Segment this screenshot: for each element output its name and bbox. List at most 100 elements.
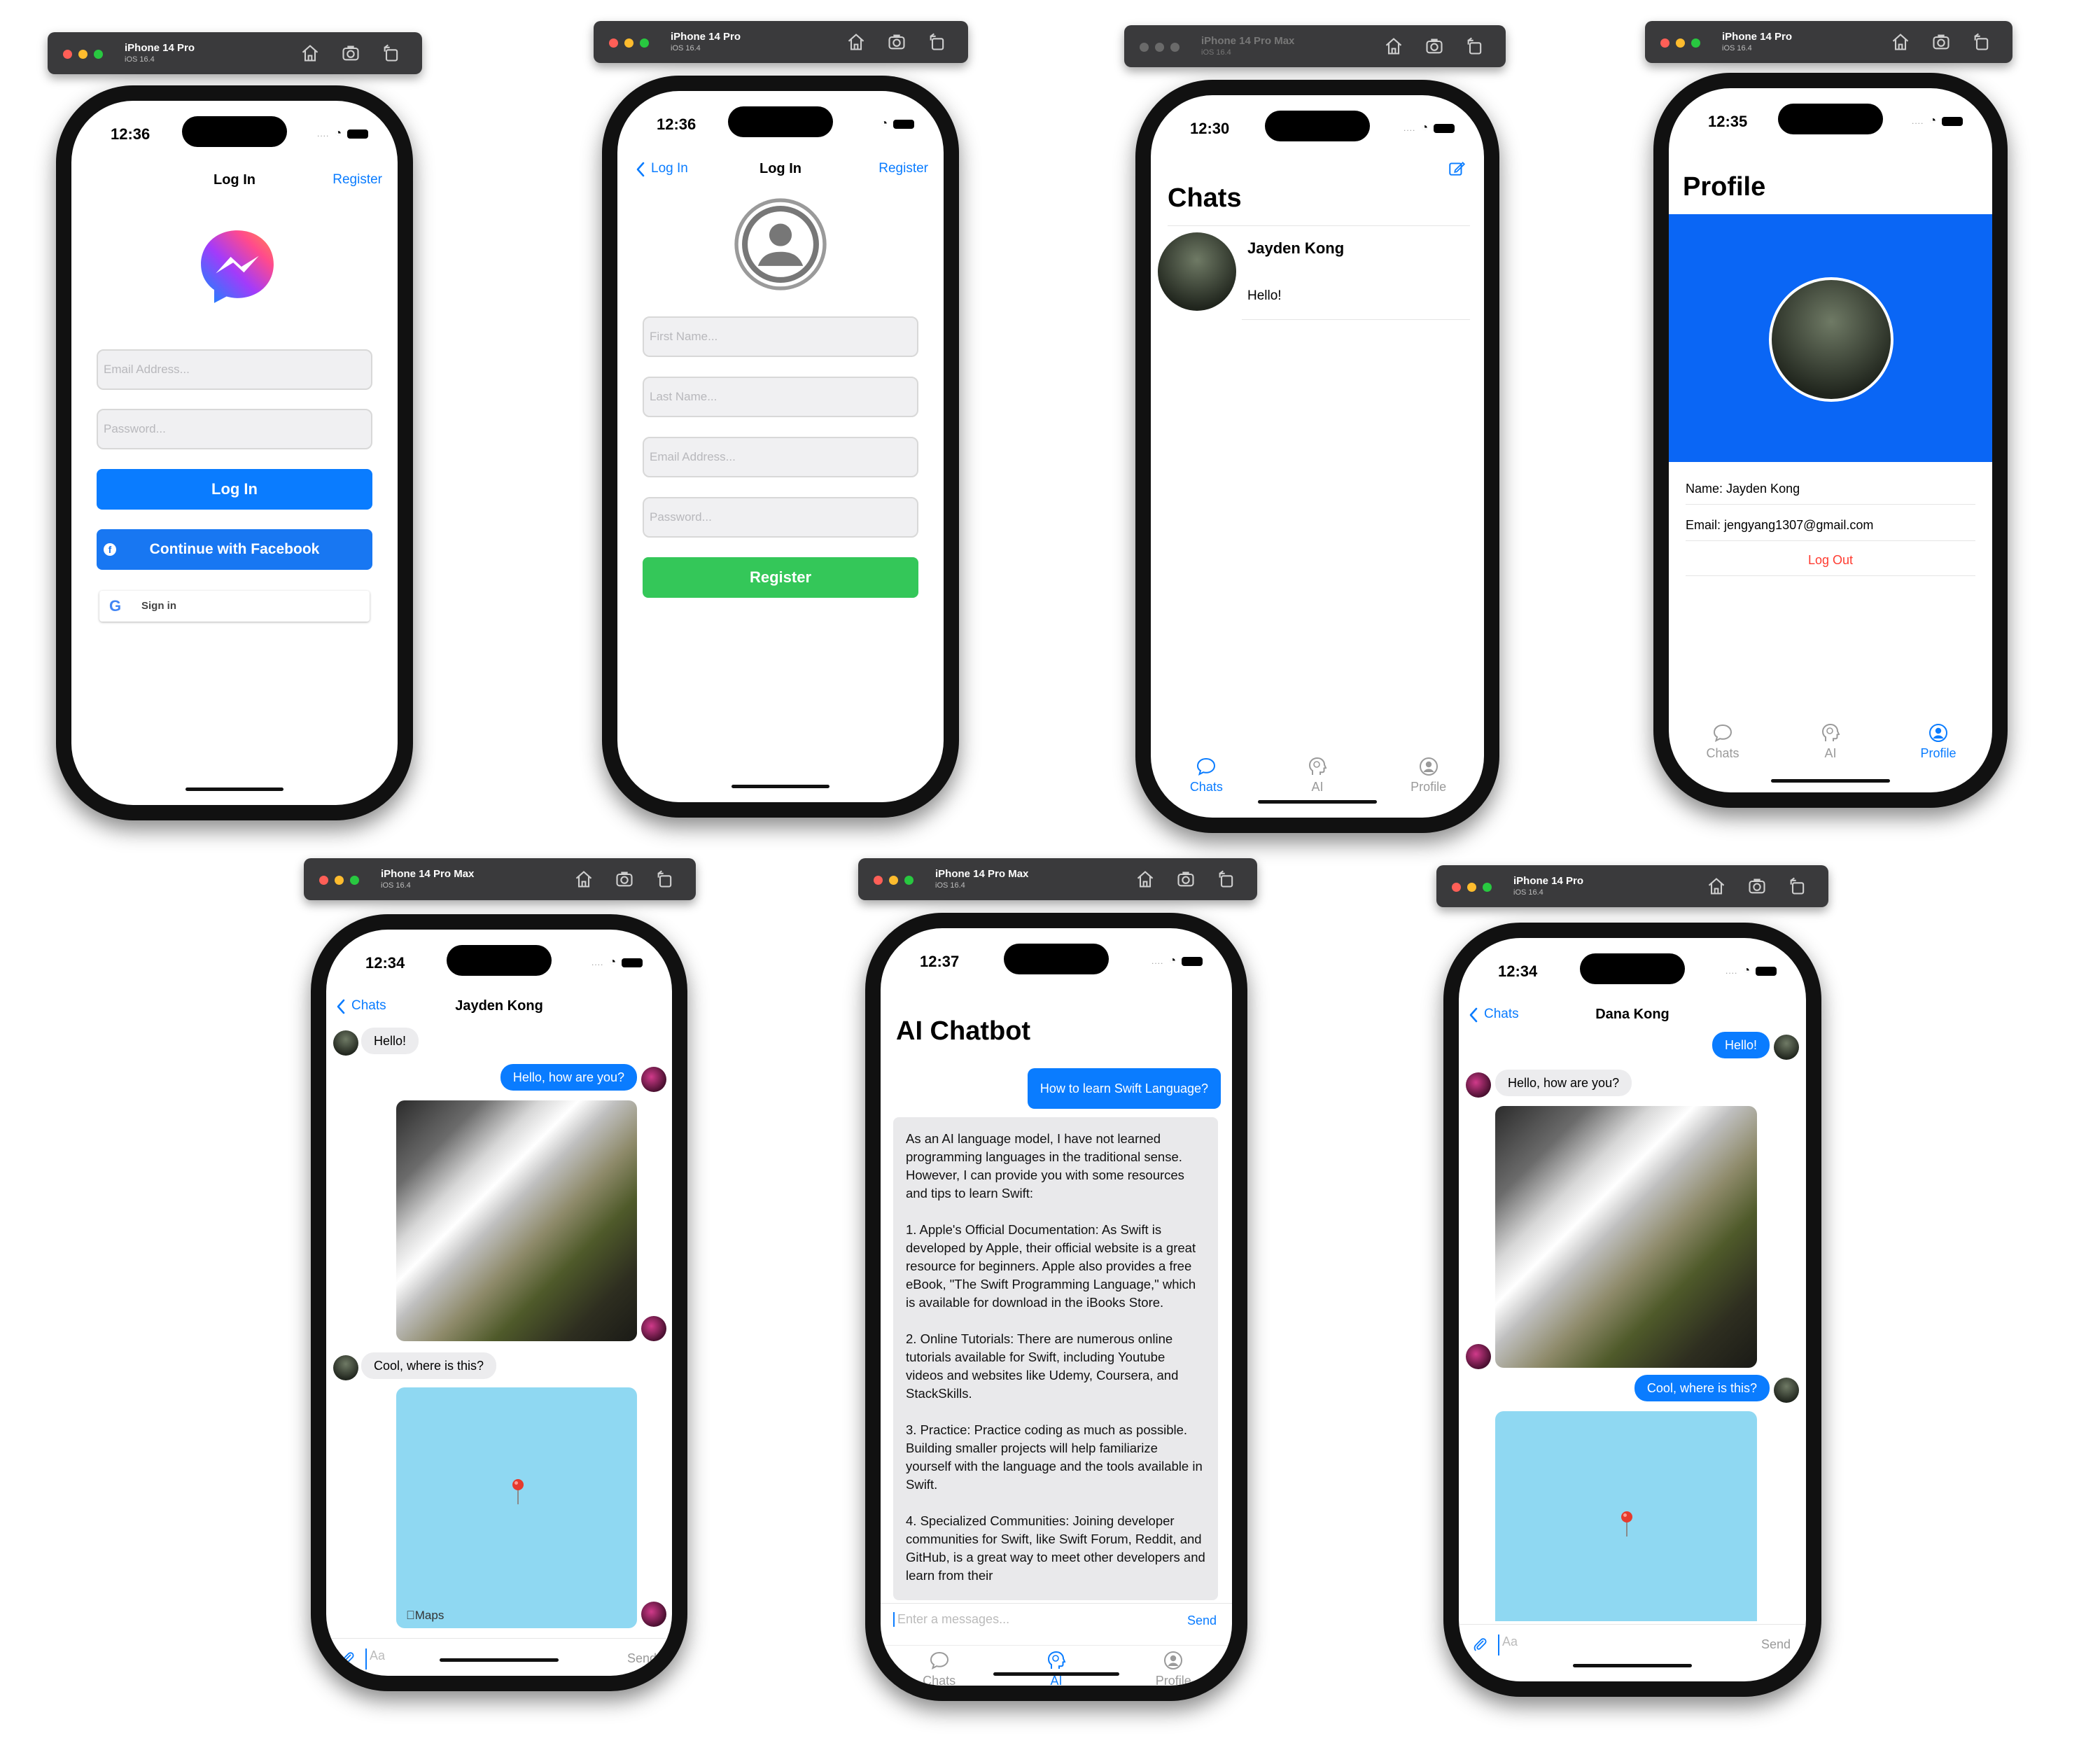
home-icon[interactable] bbox=[1135, 869, 1155, 889]
register-button[interactable]: Register bbox=[643, 557, 918, 598]
register-link[interactable]: Register bbox=[332, 172, 382, 188]
minimize-window-button[interactable] bbox=[624, 38, 634, 48]
minimize-window-button[interactable] bbox=[1676, 38, 1685, 48]
zoom-window-button[interactable] bbox=[1170, 43, 1180, 52]
screenshot-icon[interactable] bbox=[615, 869, 634, 889]
avatar bbox=[641, 1602, 666, 1627]
close-window-button[interactable] bbox=[874, 876, 883, 885]
os-version: iOS 16.4 bbox=[1722, 44, 1752, 52]
tab-ai[interactable]: AI bbox=[1282, 756, 1352, 794]
message-bubble: Hello, how are you? bbox=[500, 1064, 637, 1091]
person-circle-icon[interactable] bbox=[734, 197, 827, 291]
simulator-toolbar: iPhone 14 Pro iOS 16.4 bbox=[1645, 21, 2012, 63]
zoom-window-button[interactable] bbox=[1483, 883, 1492, 892]
home-icon[interactable] bbox=[1891, 32, 1910, 52]
screenshot-icon[interactable] bbox=[1424, 36, 1444, 56]
tab-profile[interactable]: Profile bbox=[1903, 722, 1973, 761]
send-button[interactable]: Send bbox=[1187, 1614, 1217, 1628]
home-icon[interactable] bbox=[846, 32, 866, 52]
password-field[interactable]: Password... bbox=[643, 497, 918, 538]
close-window-button[interactable] bbox=[609, 38, 618, 48]
zoom-window-button[interactable] bbox=[1691, 38, 1700, 48]
tab-profile[interactable]: Profile bbox=[1138, 1650, 1208, 1686]
send-button[interactable]: Send bbox=[627, 1651, 657, 1666]
tab-chats[interactable]: Chats bbox=[1171, 756, 1241, 794]
message-input[interactable]: Aa bbox=[1498, 1634, 1733, 1656]
close-window-button[interactable] bbox=[1660, 38, 1670, 48]
simulator-toolbar: iPhone 14 Pro iOS 16.4 bbox=[48, 32, 422, 74]
divider bbox=[1686, 575, 1975, 576]
tab-bar: Chats AI Profile bbox=[1669, 722, 1992, 761]
home-icon[interactable] bbox=[1707, 876, 1726, 896]
avatar bbox=[1774, 1035, 1799, 1060]
send-button[interactable]: Send bbox=[1761, 1637, 1791, 1652]
login-button[interactable]: Log In bbox=[97, 469, 372, 510]
photo-message[interactable] bbox=[396, 1100, 637, 1341]
attachment-icon[interactable] bbox=[1471, 1636, 1488, 1653]
minimize-window-button[interactable] bbox=[889, 876, 898, 885]
status-icons: .... ◔ bbox=[1912, 115, 1963, 127]
email-field[interactable]: Email Address... bbox=[97, 349, 372, 390]
tab-ai[interactable]: AI bbox=[1021, 1650, 1091, 1686]
conversation-row[interactable]: Jayden Kong Hello! bbox=[1158, 227, 1470, 318]
last-name-field[interactable]: Last Name... bbox=[643, 377, 918, 417]
rotate-icon[interactable] bbox=[382, 43, 401, 63]
close-window-button[interactable] bbox=[1140, 43, 1149, 52]
photo-message[interactable] bbox=[1495, 1106, 1757, 1368]
home-icon[interactable] bbox=[1384, 36, 1404, 56]
conversation-screen: 12:34 .... ◔ Chats Dana Kong Hello! Hello… bbox=[1459, 938, 1806, 1681]
status-time: 12:30 bbox=[1190, 120, 1230, 137]
rotate-icon[interactable] bbox=[1465, 36, 1485, 56]
screenshot-icon[interactable] bbox=[1176, 869, 1196, 889]
message-input[interactable]: Enter a messages... bbox=[893, 1612, 1163, 1627]
minimize-window-button[interactable] bbox=[78, 50, 88, 59]
message-input-bar: Aa Send bbox=[1459, 1624, 1806, 1667]
close-window-button[interactable] bbox=[319, 876, 328, 885]
tab-chats[interactable]: Chats bbox=[1688, 722, 1758, 761]
register-link[interactable]: Register bbox=[878, 161, 928, 176]
map-message[interactable] bbox=[1495, 1411, 1757, 1621]
rotate-icon[interactable] bbox=[1788, 876, 1807, 896]
conversation-last-message: Hello! bbox=[1247, 288, 1282, 303]
home-icon[interactable] bbox=[574, 869, 594, 889]
minimize-window-button[interactable] bbox=[1155, 43, 1164, 52]
status-icons: .... ◔ bbox=[1404, 122, 1455, 134]
first-name-field[interactable]: First Name... bbox=[643, 316, 918, 357]
logout-button[interactable]: Log Out bbox=[1669, 553, 1992, 568]
google-signin-button[interactable]: G Sign in bbox=[99, 591, 370, 622]
close-window-button[interactable] bbox=[63, 50, 72, 59]
tab-ai[interactable]: AI bbox=[1795, 722, 1865, 761]
rotate-icon[interactable] bbox=[927, 32, 947, 52]
home-indicator bbox=[440, 1658, 559, 1662]
screenshot-icon[interactable] bbox=[1747, 876, 1767, 896]
avatar bbox=[333, 1030, 358, 1056]
map-message[interactable]: Maps bbox=[396, 1387, 637, 1628]
close-window-button[interactable] bbox=[1452, 883, 1461, 892]
screenshot-icon[interactable] bbox=[887, 32, 906, 52]
zoom-window-button[interactable] bbox=[350, 876, 359, 885]
tab-profile[interactable]: Profile bbox=[1394, 756, 1464, 794]
facebook-login-button[interactable]: f Continue with Facebook bbox=[97, 529, 372, 570]
tab-chats[interactable]: Chats bbox=[904, 1650, 974, 1686]
profile-avatar[interactable] bbox=[1769, 277, 1893, 402]
compose-icon[interactable] bbox=[1448, 160, 1466, 178]
avatar bbox=[1158, 232, 1236, 311]
tab-label: Profile bbox=[1155, 1674, 1191, 1686]
status-time: 12:35 bbox=[1708, 113, 1748, 130]
rotate-icon[interactable] bbox=[1972, 32, 1991, 52]
zoom-window-button[interactable] bbox=[94, 50, 103, 59]
email-field[interactable]: Email Address... bbox=[643, 437, 918, 477]
rotate-icon[interactable] bbox=[1217, 869, 1236, 889]
zoom-window-button[interactable] bbox=[904, 876, 913, 885]
minimize-window-button[interactable] bbox=[335, 876, 344, 885]
attachment-icon[interactable] bbox=[339, 1650, 356, 1667]
input-placeholder: Aa bbox=[370, 1648, 386, 1662]
screenshot-icon[interactable] bbox=[1931, 32, 1951, 52]
password-field[interactable]: Password... bbox=[97, 409, 372, 449]
rotate-icon[interactable] bbox=[655, 869, 675, 889]
minimize-window-button[interactable] bbox=[1467, 883, 1476, 892]
screenshot-icon[interactable] bbox=[341, 43, 360, 63]
home-icon[interactable] bbox=[300, 43, 320, 63]
zoom-window-button[interactable] bbox=[640, 38, 649, 48]
divider bbox=[1686, 540, 1975, 541]
